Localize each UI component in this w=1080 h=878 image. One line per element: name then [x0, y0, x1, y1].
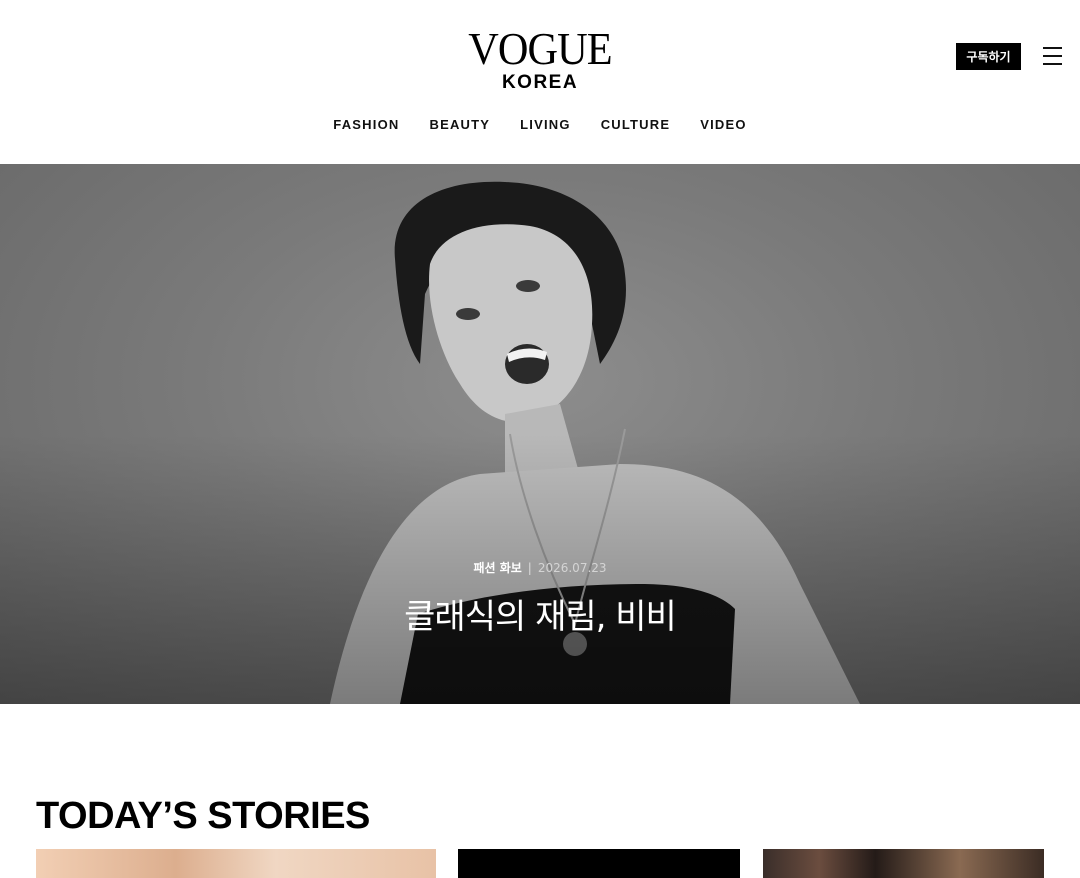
- hero-separator: |: [527, 561, 532, 575]
- vogue-korea-logo[interactable]: VOGUE KOREA: [440, 26, 640, 98]
- nav-item-beauty[interactable]: BEAUTY: [429, 116, 490, 136]
- hero-meta: 패션 화보 | 2026.07.23: [0, 559, 1080, 576]
- hero-title[interactable]: 클래식의 재림, 비비: [0, 596, 1080, 638]
- story-card-2-image[interactable]: [458, 849, 740, 878]
- hero-feature[interactable]: 패션 화보 | 2026.07.23 클래식의 재림, 비비: [0, 164, 1080, 704]
- menu-icon-line: [1043, 47, 1062, 49]
- logo-wordmark: VOGUE: [468, 23, 612, 74]
- subscribe-button[interactable]: 구독하기: [956, 43, 1021, 70]
- nav-item-culture[interactable]: CULTURE: [601, 116, 671, 136]
- hamburger-menu-icon[interactable]: [1043, 47, 1063, 65]
- story-card-1-image[interactable]: [36, 849, 436, 878]
- section-title-today-stories: TODAY’S STORIES: [36, 795, 370, 837]
- nav-item-video[interactable]: VIDEO: [700, 116, 746, 136]
- hero-category[interactable]: 패션 화보: [473, 561, 521, 575]
- story-card-3-image[interactable]: [763, 849, 1044, 878]
- menu-icon-line: [1043, 63, 1062, 65]
- main-nav: FASHION BEAUTY LIVING CULTURE VIDEO: [0, 116, 1080, 136]
- nav-item-living[interactable]: LIVING: [520, 116, 571, 136]
- logo-region: KOREA: [501, 72, 579, 93]
- hero-date: 2026.07.23: [537, 561, 607, 575]
- nav-item-fashion[interactable]: FASHION: [333, 116, 399, 136]
- site-header: VOGUE KOREA 구독하기 FASHION BEAUTY LIVING C…: [0, 0, 1080, 164]
- menu-icon-line: [1043, 55, 1062, 57]
